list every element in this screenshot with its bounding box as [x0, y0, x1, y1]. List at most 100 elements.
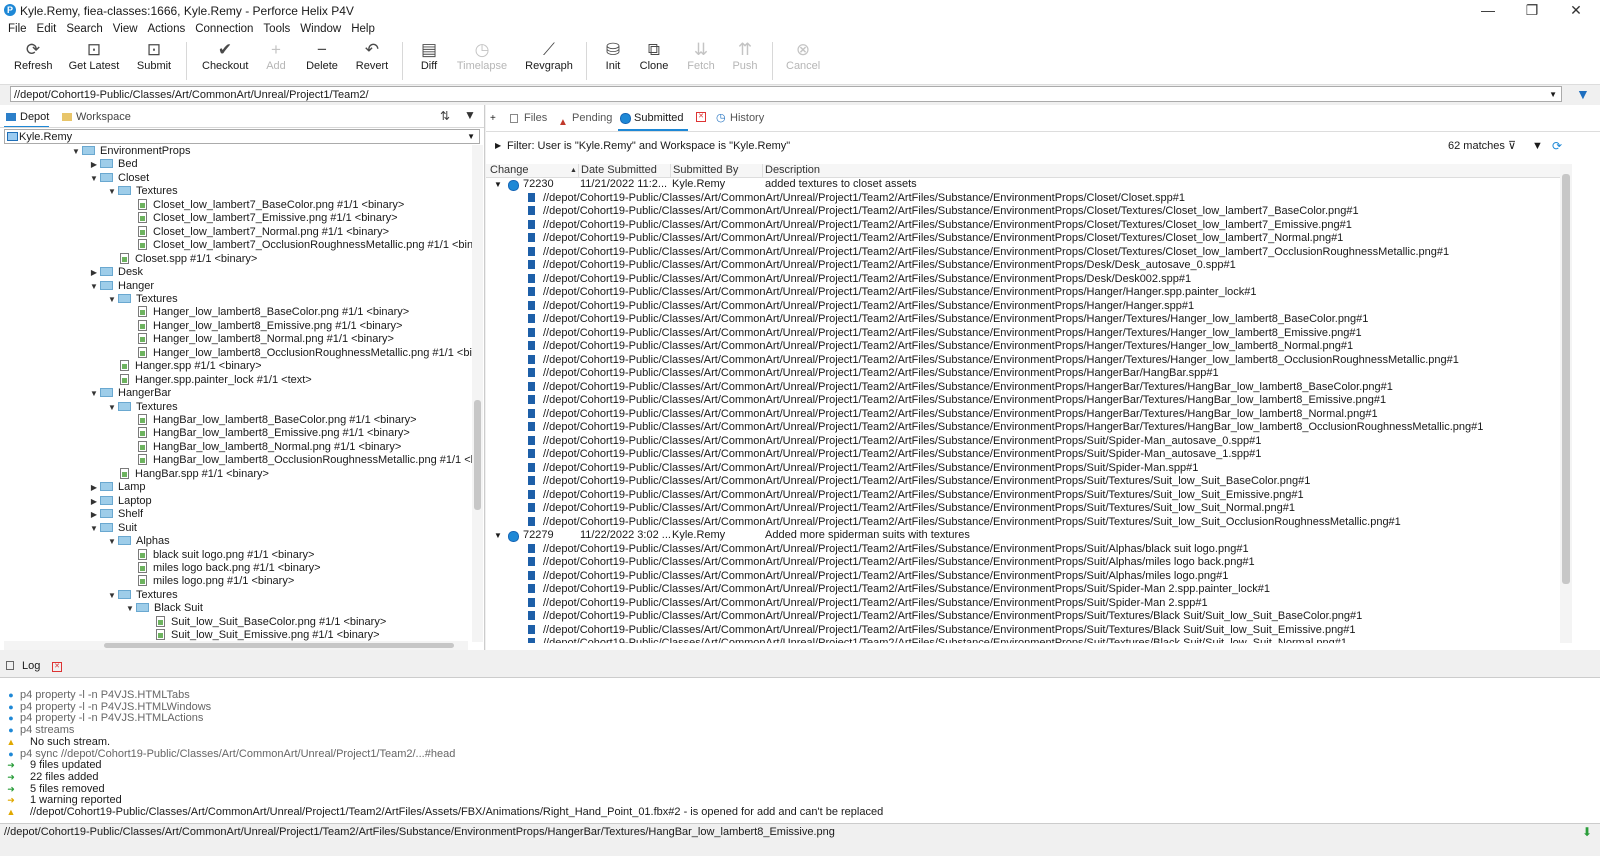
changelist-file-row[interactable]: //depot/Cohort19-Public/Classes/Art/Comm… — [528, 219, 1352, 233]
menu-connection[interactable]: Connection — [190, 22, 258, 36]
tab-log[interactable]: Log — [22, 660, 40, 672]
chevron-right-icon[interactable]: ▶ — [88, 495, 100, 509]
changelist-file-row[interactable]: //depot/Cohort19-Public/Classes/Art/Comm… — [528, 192, 1185, 206]
scrollbar-thumb[interactable] — [104, 643, 454, 648]
tab-files[interactable]: Files — [508, 107, 547, 129]
changelist-file-row[interactable]: //depot/Cohort19-Public/Classes/Art/Comm… — [528, 381, 1393, 395]
changelist-file-row[interactable]: //depot/Cohort19-Public/Classes/Art/Comm… — [528, 421, 1483, 435]
chevron-down-icon[interactable]: ▼ — [88, 280, 100, 294]
changelist-file-row[interactable]: //depot/Cohort19-Public/Classes/Art/Comm… — [528, 475, 1310, 489]
timelapse-button[interactable]: ◷ Timelapse — [456, 40, 508, 72]
tree-folder[interactable]: ▼ Hanger — [88, 280, 154, 294]
clear-filter-icon[interactable]: ⊽ — [1508, 135, 1516, 157]
chevron-right-icon[interactable]: ▶ — [88, 158, 100, 172]
tree-file[interactable]: miles logo.png #1/1 <binary> — [124, 575, 294, 589]
changelist-file-row[interactable]: //depot/Cohort19-Public/Classes/Art/Comm… — [528, 354, 1459, 368]
chevron-down-icon[interactable]: ▼ — [494, 529, 502, 543]
clone-button[interactable]: ⧉ Clone — [638, 40, 670, 72]
scrollbar-thumb[interactable] — [1562, 174, 1570, 584]
column-date-submitted[interactable]: Date Submitted — [578, 164, 657, 177]
tree-folder[interactable]: ▶ Shelf — [88, 508, 143, 522]
changelist-file-row[interactable]: //depot/Cohort19-Public/Classes/Art/Comm… — [528, 462, 1198, 476]
close-tab-icon[interactable]: ✕ — [696, 112, 706, 122]
fetch-button[interactable]: ⇊ Fetch — [686, 40, 716, 72]
tree-file[interactable]: Closet_low_lambert7_Emissive.png #1/1 <b… — [124, 212, 398, 226]
chevron-down-icon[interactable]: ▼ — [88, 387, 100, 401]
tree-file[interactable]: Hanger.spp.painter_lock #1/1 <text> — [106, 373, 312, 388]
tab-pending[interactable]: ▲ Pending — [556, 107, 612, 129]
filter-icon[interactable]: ▼ — [1532, 135, 1543, 157]
menu-view[interactable]: View — [108, 22, 143, 36]
changelist-file-row[interactable]: //depot/Cohort19-Public/Classes/Art/Comm… — [528, 340, 1353, 354]
chevron-down-icon[interactable]: ▼ — [106, 293, 118, 307]
changelist-file-row[interactable]: //depot/Cohort19-Public/Classes/Art/Comm… — [528, 367, 1219, 381]
changelist-file-row[interactable]: //depot/Cohort19-Public/Classes/Art/Comm… — [528, 516, 1401, 530]
chevron-down-icon[interactable]: ▼ — [124, 602, 136, 616]
tree-folder[interactable]: ▼ HangerBar — [88, 387, 171, 401]
tree-folder[interactable]: ▶ Lamp — [88, 481, 146, 495]
filter-text[interactable]: Filter: User is "Kyle.Remy" and Workspac… — [507, 135, 790, 157]
changelist-file-row[interactable]: //depot/Cohort19-Public/Classes/Art/Comm… — [528, 435, 1261, 449]
tree-folder[interactable]: ▼ Textures — [106, 401, 178, 415]
column-description[interactable]: Description — [762, 164, 820, 177]
tree-file[interactable]: HangBar_low_lambert8_Emissive.png #1/1 <… — [124, 427, 410, 441]
tab-submitted[interactable]: Submitted — [618, 107, 688, 131]
changelist-file-row[interactable]: //depot/Cohort19-Public/Classes/Art/Comm… — [528, 610, 1362, 624]
changelist-file-row[interactable]: //depot/Cohort19-Public/Classes/Art/Comm… — [528, 327, 1362, 341]
tree-folder[interactable]: ▼ Textures — [106, 185, 178, 199]
get-latest-button[interactable]: ⊡ Get Latest — [68, 40, 120, 72]
chevron-right-icon[interactable]: ▶ — [88, 266, 100, 280]
changelist-file-row[interactable]: //depot/Cohort19-Public/Classes/Art/Comm… — [528, 232, 1343, 246]
tree-file[interactable]: black suit logo.png #1/1 <binary> — [124, 548, 314, 563]
minimize-button[interactable]: — — [1466, 0, 1510, 22]
maximize-button[interactable]: ❐ — [1510, 0, 1554, 22]
tree-file[interactable]: Closet_low_lambert7_Normal.png #1/1 <bin… — [124, 225, 389, 240]
tree-folder[interactable]: ▶ Bed — [88, 158, 138, 172]
refresh-icon[interactable]: ⟳ — [1552, 135, 1562, 157]
tab-workspace[interactable]: Workspace — [60, 108, 131, 126]
changelist-file-row[interactable]: //depot/Cohort19-Public/Classes/Art/Comm… — [528, 556, 1255, 570]
filter-icon[interactable]: ▼ — [464, 108, 476, 122]
checkout-button[interactable]: ✔ Checkout — [202, 40, 248, 72]
push-button[interactable]: ⇈ Push — [730, 40, 760, 72]
revert-button[interactable]: ↶ Revert — [354, 40, 390, 72]
tab-depot[interactable]: Depot — [4, 108, 50, 128]
tree-folder[interactable]: ▼ Textures — [106, 589, 178, 603]
chevron-down-icon[interactable]: ▼ — [106, 535, 118, 549]
refresh-button[interactable]: ⟳ Refresh — [14, 40, 53, 72]
menu-tools[interactable]: Tools — [258, 22, 295, 36]
changelist-file-row[interactable]: //depot/Cohort19-Public/Classes/Art/Comm… — [528, 313, 1368, 327]
tree-file[interactable]: Closet_low_lambert7_OcclusionRoughnessMe… — [124, 239, 472, 253]
chevron-down-icon[interactable]: ▼ — [88, 522, 100, 536]
changelist-row[interactable]: ▼ 72230 11/21/2022 11:2... Kyle.Remy added t… — [486, 178, 1560, 192]
changelist-file-row[interactable]: //depot/Cohort19-Public/Classes/Art/Comm… — [528, 637, 1347, 643]
changelist-file-row[interactable]: //depot/Cohort19-Public/Classes/Art/Comm… — [528, 259, 1236, 273]
diff-button[interactable]: ▤ Diff — [414, 40, 444, 72]
path-input[interactable]: //depot/Cohort19-Public/Classes/Art/Comm… — [10, 86, 1562, 102]
tree-file[interactable]: HangBar_low_lambert8_Normal.png #1/1 <bi… — [124, 440, 401, 455]
column-change[interactable]: Change — [488, 164, 529, 177]
changelist-file-row[interactable]: //depot/Cohort19-Public/Classes/Art/Comm… — [528, 624, 1356, 638]
horizontal-scrollbar[interactable] — [4, 641, 468, 650]
menu-search[interactable]: Search — [61, 22, 107, 36]
tree-folder[interactable]: ▼ EnvironmentProps — [70, 145, 190, 159]
changelist-file-row[interactable]: //depot/Cohort19-Public/Classes/Art/Comm… — [528, 394, 1386, 408]
tree-folder[interactable]: ▼ Suit — [88, 522, 137, 536]
changelist-file-row[interactable]: //depot/Cohort19-Public/Classes/Art/Comm… — [528, 583, 1270, 597]
changelist-file-row[interactable]: //depot/Cohort19-Public/Classes/Art/Comm… — [528, 489, 1304, 503]
changelist-file-row[interactable]: //depot/Cohort19-Public/Classes/Art/Comm… — [528, 597, 1208, 611]
tree-file[interactable]: Closet_low_lambert7_BaseColor.png #1/1 <… — [124, 198, 404, 213]
changelist-file-row[interactable]: //depot/Cohort19-Public/Classes/Art/Comm… — [528, 502, 1295, 516]
menu-window[interactable]: Window — [295, 22, 346, 36]
tree-folder[interactable]: ▼ Alphas — [106, 535, 170, 549]
revgraph-button[interactable]: ⟋ Revgraph — [524, 40, 574, 72]
chevron-right-icon[interactable]: ▶ — [88, 481, 100, 495]
tree-file[interactable]: HangBar_low_lambert8_OcclusionRoughnessM… — [124, 454, 472, 468]
tree-folder[interactable]: ▶ Desk — [88, 266, 143, 280]
tree-file[interactable]: Hanger_low_lambert8_Normal.png #1/1 <bin… — [124, 333, 394, 347]
changelist-file-row[interactable]: //depot/Cohort19-Public/Classes/Art/Comm… — [528, 246, 1449, 260]
changelist-file-row[interactable]: //depot/Cohort19-Public/Classes/Art/Comm… — [528, 448, 1261, 462]
tree-file[interactable]: Hanger_low_lambert8_Emissive.png #1/1 <b… — [124, 319, 402, 334]
changelist-file-row[interactable]: //depot/Cohort19-Public/Classes/Art/Comm… — [528, 273, 1191, 287]
tree-folder[interactable]: ▼ Black Suit — [124, 602, 203, 616]
